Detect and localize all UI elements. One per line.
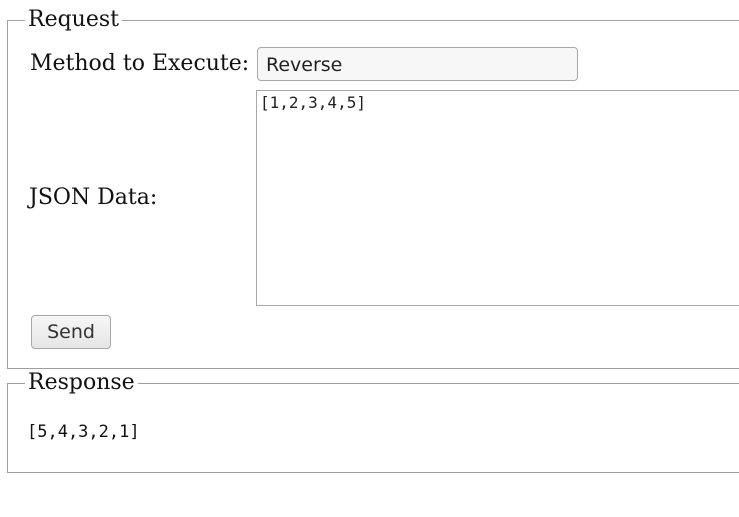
json-data-textarea[interactable]: [1,2,3,4,5] — [256, 90, 739, 306]
response-output: [5,4,3,2,1] — [27, 422, 140, 442]
request-legend: Request — [25, 7, 122, 33]
json-data-label: JSON Data: — [29, 185, 158, 210]
send-button[interactable]: Send — [31, 315, 111, 349]
response-legend: Response — [25, 370, 138, 396]
method-input[interactable]: Reverse — [257, 47, 578, 81]
method-label: Method to Execute: — [30, 51, 250, 76]
